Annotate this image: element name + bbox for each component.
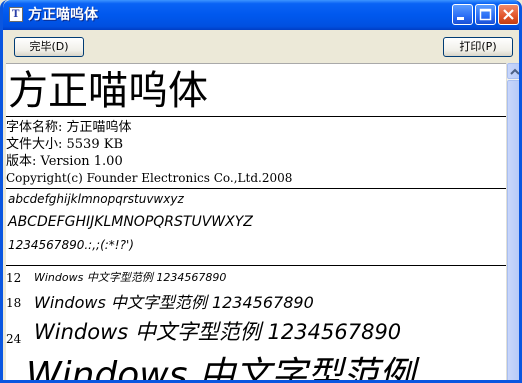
size-label-18: 18: [6, 296, 22, 310]
size-label-12: 12: [6, 271, 22, 285]
size-sample-12: Windows 中文字型范例 1234567890: [34, 271, 227, 284]
font-preview-area: 方正喵呜体 字体名称: 方正喵呜体 文件大小: 5539 KB 版本: Vers…: [6, 63, 506, 383]
chevron-up-icon: [510, 68, 519, 75]
minimize-button[interactable]: [452, 4, 473, 25]
font-display-name: 方正喵呜体: [8, 68, 208, 114]
minimize-icon: [457, 17, 464, 20]
divider: [6, 188, 506, 189]
scroll-up-button[interactable]: [507, 63, 519, 79]
divider: [6, 116, 506, 117]
print-button[interactable]: 打印(P): [443, 37, 513, 57]
size-label-24: 24: [6, 332, 22, 346]
file-size-line: 文件大小: 5539 KB: [6, 137, 123, 152]
maximize-button[interactable]: [475, 4, 496, 25]
divider: [6, 265, 506, 266]
done-button[interactable]: 完毕(D): [14, 37, 84, 57]
vertical-scrollbar[interactable]: [506, 63, 519, 380]
lowercase-sample: abcdefghijklmnopqrstuvwxyz: [8, 192, 184, 206]
scrollbar-thumb[interactable]: [507, 80, 519, 380]
font-name-line: 字体名称: 方正喵呜体: [6, 120, 132, 135]
toolbar: 完毕(D) 打印(P): [3, 30, 519, 62]
size-sample-24: Windows 中文字型范例 1234567890: [34, 320, 402, 344]
size-sample-36: Windows 中文字型范例: [26, 355, 415, 383]
font-file-icon: T: [9, 7, 23, 22]
version-line: 版本: Version 1.00: [6, 154, 123, 169]
close-icon: [503, 9, 514, 20]
size-sample-18: Windows 中文字型范例 1234567890: [34, 293, 314, 312]
window-title: 方正喵呜体: [28, 7, 98, 23]
uppercase-sample: ABCDEFGHIJKLMNOPQRSTUVWXYZ: [8, 214, 253, 230]
font-viewer-window: T 方正喵呜体 完毕(D) 打印(P) 方正喵呜体 字体名称: 方正喵呜体 文件…: [0, 0, 522, 383]
title-bar[interactable]: T 方正喵呜体: [3, 0, 519, 30]
digits-sample: 1234567890.:,;(:*!?'): [8, 238, 134, 252]
close-button[interactable]: [498, 4, 519, 25]
copyright-line: Copyright(c) Founder Electronics Co.,Ltd…: [6, 171, 293, 185]
maximize-icon: [479, 8, 492, 21]
